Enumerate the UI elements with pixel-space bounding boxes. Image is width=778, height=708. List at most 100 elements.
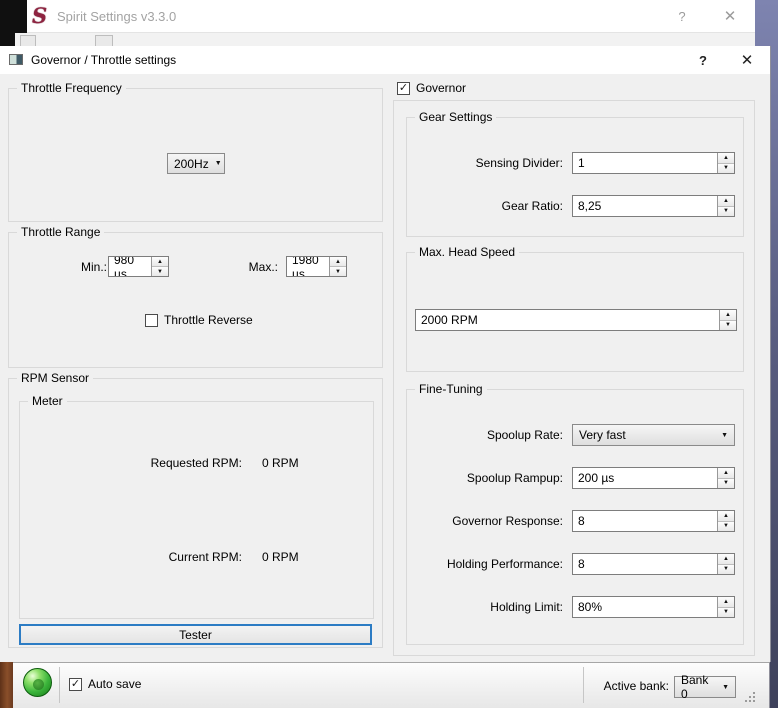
spoolup-rampup-spinbox[interactable]: 200 µs ▲ ▼ [572,467,735,489]
main-close-button[interactable]: ✕ [715,5,745,27]
spoolup-rate-combo[interactable]: Very fast ▼ [572,424,735,446]
requested-rpm-value: 0 RPM [262,456,299,470]
dialog-help-button[interactable]: ? [688,49,718,71]
connection-led-icon [23,668,52,697]
spin-up-icon[interactable]: ▲ [718,511,734,522]
tester-button[interactable]: Tester [19,624,372,645]
governor-response-row: Governor Response: 8 ▲ ▼ [407,510,743,532]
spin-up-icon[interactable]: ▲ [718,597,734,608]
fine-tuning-group: Fine-Tuning Spoolup Rate: Very fast ▼ Sp… [406,389,744,645]
rpm-sensor-title: RPM Sensor [17,371,93,385]
spin-down-icon[interactable]: ▼ [152,267,168,276]
main-window-title: Spirit Settings v3.3.0 [57,9,176,24]
chevron-down-icon: ▼ [721,432,728,439]
max-head-speed-value[interactable]: 2000 RPM [416,310,719,330]
governor-response-spinbox[interactable]: 8 ▲ ▼ [572,510,735,532]
holding-performance-spinbox[interactable]: 8 ▲ ▼ [572,553,735,575]
requested-rpm-label: Requested RPM: [20,456,242,470]
gear-ratio-spinbox[interactable]: 8,25 ▲ ▼ [572,195,735,217]
governor-checkbox[interactable]: ✓ Governor [397,81,472,95]
spoolup-rate-row: Spoolup Rate: Very fast ▼ [407,424,743,446]
main-help-button[interactable]: ? [667,5,697,27]
current-rpm-row: Current RPM: 0 RPM [20,550,373,566]
governor-response-value[interactable]: 8 [573,511,717,531]
fine-tuning-title: Fine-Tuning [415,382,487,396]
checkbox-box[interactable]: ✓ [397,82,410,95]
auto-save-checkbox[interactable]: ✓ Auto save [69,677,141,691]
screen: S Spirit Settings v3.3.0 ? ✕ Governor / … [0,0,778,708]
statusbar-divider [59,667,60,703]
governor-throttle-dialog: Governor / Throttle settings ? ✕ Throttl… [0,46,771,662]
desktop-wood-strip [0,662,13,708]
spin-down-icon[interactable]: ▼ [720,321,736,331]
main-window-content-sliver [15,33,755,46]
throttle-reverse-checkbox[interactable]: Throttle Reverse [145,313,253,327]
holding-limit-value[interactable]: 80% [573,597,717,617]
rpm-sensor-group: RPM Sensor Meter Requested RPM: 0 RPM Cu… [8,378,383,648]
holding-performance-value[interactable]: 8 [573,554,717,574]
gear-ratio-value[interactable]: 8,25 [573,196,717,216]
spoolup-rate-value: Very fast [579,428,626,442]
checkbox-box[interactable]: ✓ [69,678,82,691]
spin-down-icon[interactable]: ▼ [718,207,734,217]
spirit-logo-icon: S [32,3,50,29]
spin-down-icon[interactable]: ▼ [718,164,734,174]
throttle-frequency-value: 200Hz [174,157,209,171]
spin-up-icon[interactable]: ▲ [720,310,736,321]
spin-up-icon[interactable]: ▲ [718,554,734,565]
dialog-titlebar: Governor / Throttle settings ? ✕ [0,46,770,74]
spin-up-icon[interactable]: ▲ [718,196,734,207]
spoolup-rate-label: Spoolup Rate: [487,428,563,442]
meter-title: Meter [28,394,67,408]
spin-down-icon[interactable]: ▼ [718,565,734,575]
spin-down-icon[interactable]: ▼ [718,522,734,532]
max-head-speed-spinbox[interactable]: 2000 RPM ▲ ▼ [415,309,737,331]
throttle-frequency-combo[interactable]: 200Hz ▼ [167,153,225,174]
spin-up-icon[interactable]: ▲ [718,468,734,479]
main-window-titlebar: S Spirit Settings v3.3.0 ? ✕ [27,0,755,33]
active-bank-combo[interactable]: Bank 0 ▼ [674,676,736,698]
throttle-range-title: Throttle Range [17,225,104,239]
sensing-divider-value[interactable]: 1 [573,153,717,173]
holding-limit-row: Holding Limit: 80% ▲ ▼ [407,596,743,618]
spin-down-icon[interactable]: ▼ [718,479,734,489]
dialog-window-icon [9,54,23,65]
checkmark-icon: ✓ [71,679,80,690]
sensing-divider-spinbox[interactable]: 1 ▲ ▼ [572,152,735,174]
spin-up-icon[interactable]: ▲ [718,153,734,164]
max-label: Max.: [238,260,278,274]
max-value[interactable]: 1980 µs [287,257,329,276]
gear-settings-title: Gear Settings [415,110,496,124]
auto-save-label: Auto save [88,677,141,691]
spoolup-rampup-value[interactable]: 200 µs [573,468,717,488]
spin-down-icon[interactable]: ▼ [330,267,346,276]
spin-down-icon[interactable]: ▼ [718,608,734,618]
current-rpm-value: 0 RPM [262,550,299,564]
holding-performance-label: Holding Performance: [447,557,563,571]
checkbox-box[interactable] [145,314,158,327]
governor-label: Governor [416,81,466,95]
requested-rpm-row: Requested RPM: 0 RPM [20,456,373,472]
holding-limit-label: Holding Limit: [490,600,563,614]
holding-limit-spinbox[interactable]: 80% ▲ ▼ [572,596,735,618]
holding-performance-row: Holding Performance: 8 ▲ ▼ [407,553,743,575]
spoolup-rampup-row: Spoolup Rampup: 200 µs ▲ ▼ [407,467,743,489]
resize-grip[interactable] [745,692,755,702]
current-rpm-label: Current RPM: [20,550,242,564]
active-bank-label: Active bank: [604,679,669,693]
dialog-title: Governor / Throttle settings [31,53,176,67]
min-value[interactable]: 980 µs [109,257,151,276]
throttle-frequency-title: Throttle Frequency [17,81,126,95]
chevron-down-icon: ▼ [215,160,222,167]
statusbar-divider [583,667,584,703]
dialog-close-button[interactable]: ✕ [732,49,762,71]
throttle-frequency-group: Throttle Frequency 200Hz ▼ [8,88,383,222]
sensing-divider-row: Sensing Divider: 1 ▲ ▼ [407,152,743,174]
max-head-speed-title: Max. Head Speed [415,245,519,259]
max-spinbox[interactable]: 1980 µs ▲ ▼ [286,256,347,277]
min-spinbox[interactable]: 980 µs ▲ ▼ [108,256,169,277]
gear-ratio-row: Gear Ratio: 8,25 ▲ ▼ [407,195,743,217]
checkmark-icon: ✓ [399,83,408,94]
spin-up-icon[interactable]: ▲ [152,257,168,267]
spin-up-icon[interactable]: ▲ [330,257,346,267]
